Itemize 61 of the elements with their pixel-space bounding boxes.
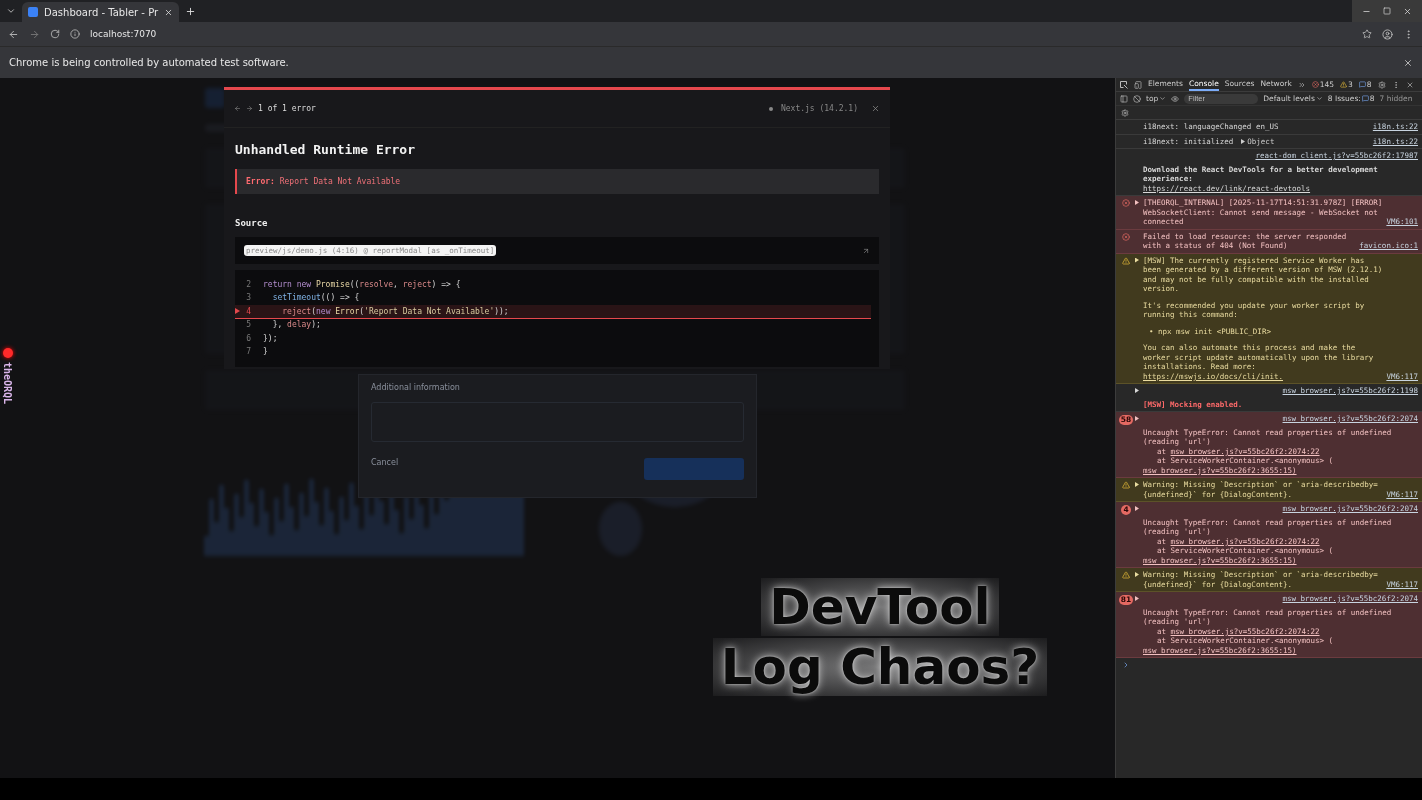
error-message: Error: Report Data Not Available [235, 169, 879, 194]
code-line: 3 setTimeout(() => { [245, 292, 361, 305]
section-title: Source [235, 218, 268, 228]
error-pager: 1 of 1 error [258, 104, 316, 113]
close-icon[interactable] [164, 7, 174, 17]
inspect-icon[interactable] [1120, 80, 1128, 89]
bookmark-star-icon[interactable] [1362, 29, 1372, 39]
back-icon[interactable] [8, 28, 19, 40]
close-icon[interactable] [871, 104, 880, 113]
info-icon[interactable] [70, 29, 80, 39]
next-icon[interactable] [246, 105, 253, 112]
side-tab-label[interactable]: theORQL [2, 362, 13, 405]
code-line: 5 }, delay); [245, 319, 322, 332]
caret-icon [1159, 95, 1167, 102]
warning-icon [1122, 256, 1130, 265]
sidebar-icon[interactable] [1120, 94, 1128, 103]
framework-version: Next.js (14.2.1) [780, 104, 858, 113]
blurred-logo [205, 88, 225, 108]
settings-icon[interactable] [1121, 108, 1129, 117]
prompt-icon[interactable] [1122, 661, 1130, 669]
forward-icon[interactable] [29, 28, 40, 40]
current-line-icon [235, 308, 241, 315]
error-title: Unhandled Runtime Error [235, 142, 415, 157]
message-icon [1358, 81, 1366, 88]
tab-list-icon[interactable] [6, 6, 16, 16]
close-icon[interactable] [1405, 80, 1414, 89]
url-text[interactable]: localhost:7070 [90, 29, 157, 39]
device-icon[interactable] [1134, 80, 1142, 89]
open-external-icon[interactable] [862, 246, 870, 255]
overlay-title: Log Chaos? [712, 638, 1048, 696]
new-tab-icon[interactable] [185, 5, 197, 17]
reload-icon[interactable] [50, 29, 60, 39]
field-label: Additional information [371, 383, 460, 392]
browser-tab[interactable]: Dashboard - Tabler - Pr [22, 2, 180, 22]
code-line: 6 }); [245, 332, 279, 345]
eye-icon[interactable] [1171, 94, 1180, 103]
message-icon [1361, 95, 1369, 102]
error-icon [1122, 199, 1130, 207]
code-line: 7 } [245, 346, 269, 359]
settings-icon[interactable] [1377, 80, 1386, 89]
warning-icon [1122, 571, 1130, 579]
status-dot [2, 348, 13, 358]
cancel-button[interactable]: Cancel [371, 458, 399, 467]
profile-icon[interactable] [1382, 28, 1393, 40]
favicon-icon [28, 7, 38, 17]
expand-arrow-icon[interactable] [1241, 138, 1246, 144]
more-tabs-icon[interactable] [1297, 80, 1306, 89]
error-icon [1311, 81, 1319, 88]
caret-icon [1315, 95, 1323, 102]
warning-icon [1340, 81, 1348, 88]
error-icon [1122, 232, 1130, 241]
close-icon[interactable] [1403, 57, 1413, 68]
previous-icon[interactable] [234, 105, 241, 112]
infobar-text: Chrome is being controlled by automated test software. [9, 57, 289, 68]
maximize-icon[interactable] [1383, 7, 1391, 15]
clear-console-icon[interactable] [1133, 94, 1141, 103]
close-icon[interactable] [1403, 6, 1412, 16]
status-dot [768, 106, 773, 111]
code-line: 2 return new Promise((resolve, reject) => { [245, 278, 462, 291]
warning-icon [1122, 481, 1130, 489]
overlay-title: DevTool [761, 578, 999, 636]
